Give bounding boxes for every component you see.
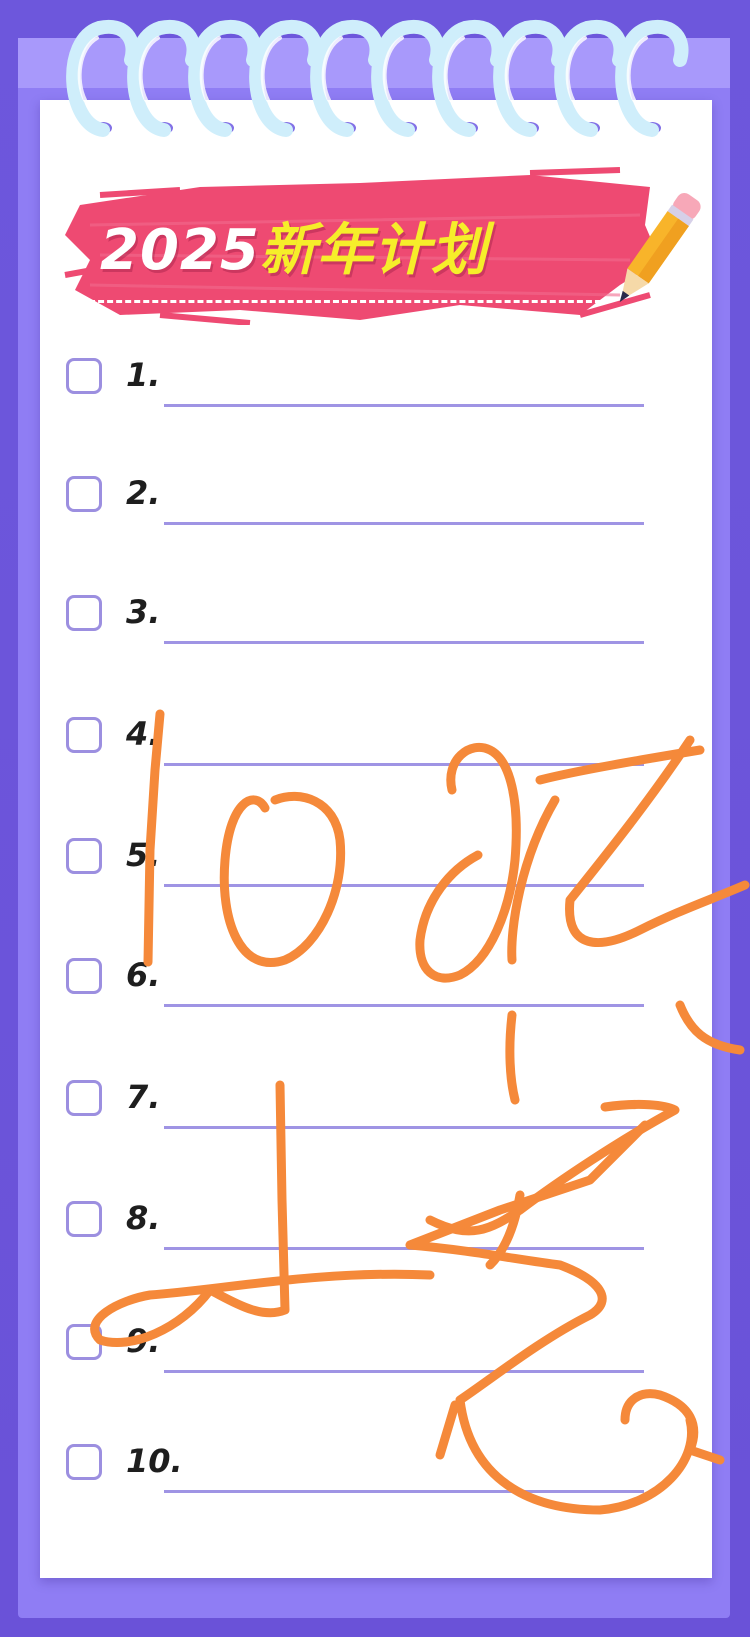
item-number: 6. [126, 956, 161, 994]
checkbox[interactable] [66, 838, 102, 874]
plan-item-6: 6. [60, 950, 660, 1020]
spiral-ring-icon [432, 19, 506, 137]
item-number: 2. [126, 474, 161, 512]
spiral-ring-icon [127, 19, 201, 137]
checkbox[interactable] [66, 1201, 102, 1237]
plan-item-5: 5. [60, 830, 660, 900]
item-number: 9. [126, 1322, 161, 1360]
entry-line[interactable] [164, 404, 644, 407]
item-number: 7. [126, 1078, 161, 1116]
plan-item-10: 10. [60, 1436, 660, 1506]
entry-line[interactable] [164, 763, 644, 766]
entry-line[interactable] [164, 1370, 644, 1373]
item-number: 3. [126, 593, 161, 631]
item-number: 10. [126, 1442, 183, 1480]
checkbox[interactable] [66, 476, 102, 512]
entry-line[interactable] [164, 1126, 644, 1129]
plan-item-8: 8. [60, 1193, 660, 1263]
plan-item-3: 3. [60, 587, 660, 657]
pencil-icon [619, 193, 701, 303]
entry-line[interactable] [164, 1490, 644, 1493]
item-number: 8. [126, 1199, 161, 1237]
plan-item-2: 2. [60, 468, 660, 538]
entry-line[interactable] [164, 884, 644, 887]
entry-line[interactable] [164, 641, 644, 644]
title-dashed-underline [80, 300, 610, 303]
checkbox[interactable] [66, 595, 102, 631]
checkbox[interactable] [66, 358, 102, 394]
entry-line[interactable] [164, 522, 644, 525]
title-word: 新年计划 [259, 218, 488, 283]
checkbox[interactable] [66, 717, 102, 753]
item-number: 4. [126, 715, 161, 753]
spiral-ring-icon [310, 19, 384, 137]
plan-item-4: 4. [60, 709, 660, 779]
plan-item-1: 1. [60, 350, 660, 420]
checkbox[interactable] [66, 1080, 102, 1116]
title-year: 2025 [100, 218, 260, 283]
entry-line[interactable] [164, 1004, 644, 1007]
spiral-ring-icon [66, 19, 140, 137]
spiral-ring-icon [493, 19, 567, 137]
spiral-ring-icon [188, 19, 262, 137]
plan-item-7: 7. [60, 1072, 660, 1142]
plan-item-9: 9. [60, 1316, 660, 1386]
spiral-ring-icon [249, 19, 323, 137]
spiral-ring-icon [615, 19, 689, 137]
spiral-ring-icon [554, 19, 628, 137]
item-number: 1. [126, 356, 161, 394]
checkbox[interactable] [66, 1324, 102, 1360]
checkbox[interactable] [66, 1444, 102, 1480]
item-number: 5. [126, 836, 161, 874]
page-title: 2025新年计划 [100, 205, 488, 286]
checkbox[interactable] [66, 958, 102, 994]
spiral-ring-icon [371, 19, 445, 137]
spiral-binding [66, 19, 689, 137]
title-banner: 2025新年计划 [60, 165, 701, 325]
entry-line[interactable] [164, 1247, 644, 1250]
